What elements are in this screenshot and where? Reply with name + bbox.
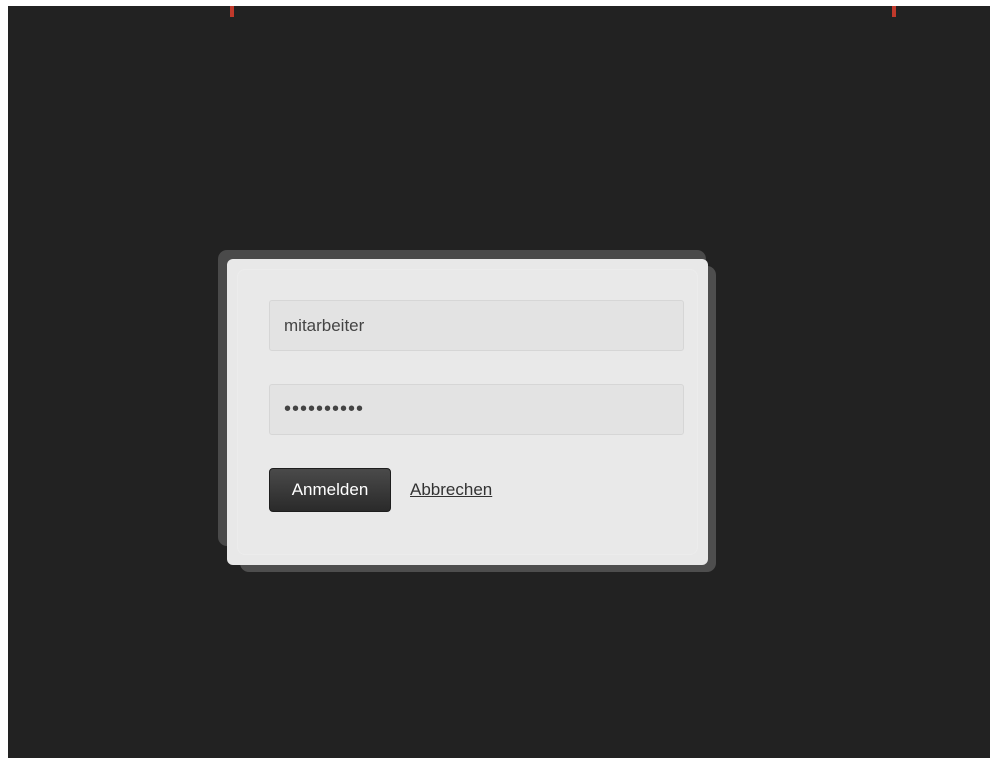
login-form: Anmelden Abbrechen xyxy=(237,269,698,555)
cancel-link[interactable]: Abbrechen xyxy=(410,480,492,500)
login-button[interactable]: Anmelden xyxy=(269,468,391,512)
login-dialog: Anmelden Abbrechen xyxy=(227,259,708,565)
page-background: Anmelden Abbrechen xyxy=(8,6,990,758)
password-input[interactable] xyxy=(269,384,684,435)
username-input[interactable] xyxy=(269,300,684,351)
accent-bar-right xyxy=(892,6,896,17)
accent-bar-left xyxy=(230,6,234,17)
